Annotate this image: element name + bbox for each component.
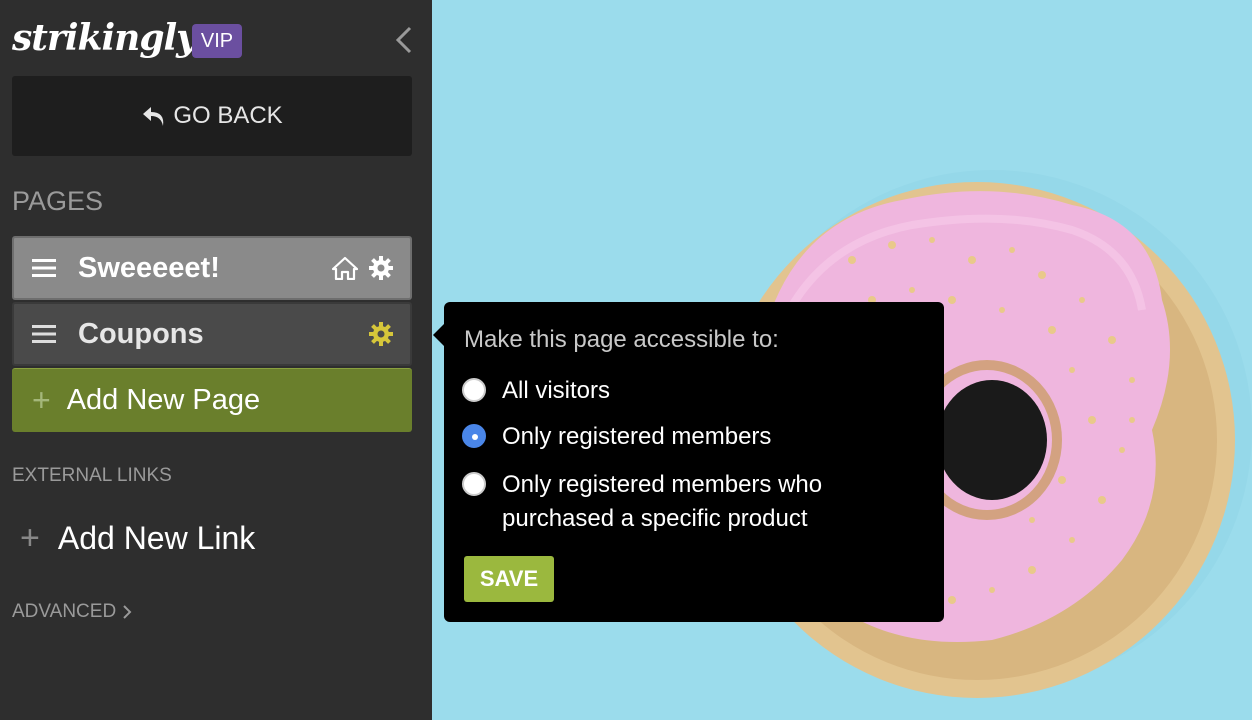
add-new-page-button[interactable]: + Add New Page xyxy=(12,368,412,432)
drag-handle-icon[interactable] xyxy=(32,258,56,278)
option-label-line1: Only registered members who xyxy=(502,471,823,498)
gear-icon[interactable] xyxy=(368,255,394,281)
add-new-link-label: Add New Link xyxy=(57,519,256,556)
sidebar: strikingly VIP GO BACK PAGES Sweeeeet! C… xyxy=(0,0,432,720)
collapse-sidebar-button[interactable] xyxy=(392,24,416,56)
chevron-right-icon xyxy=(123,605,132,619)
plus-icon: + xyxy=(32,382,51,418)
option-label-line2: purchased a specific product xyxy=(502,505,808,532)
advanced-label: ADVANCED xyxy=(12,601,117,622)
home-icon xyxy=(332,256,358,280)
go-back-button[interactable]: GO BACK xyxy=(12,76,412,156)
vip-badge: VIP xyxy=(192,24,242,58)
gear-icon[interactable] xyxy=(368,321,394,347)
page-item-sweeeeet[interactable]: Sweeeeet! xyxy=(12,236,412,300)
strikingly-logo[interactable]: strikingly xyxy=(12,14,197,62)
option-all-visitors[interactable]: All visitors xyxy=(462,374,610,408)
radio-purchased-product[interactable] xyxy=(462,472,486,496)
external-links-heading: EXTERNAL LINKS xyxy=(12,465,172,486)
option-label: All visitors xyxy=(502,377,611,404)
add-new-page-label: Add New Page xyxy=(66,384,261,416)
advanced-link[interactable]: ADVANCED xyxy=(12,601,132,623)
pages-heading: PAGES xyxy=(12,186,104,216)
page-item-coupons[interactable]: Coupons xyxy=(12,302,412,366)
chevron-left-icon xyxy=(395,26,412,54)
save-button[interactable]: SAVE xyxy=(464,556,554,602)
add-new-link-button[interactable]: + Add New Link xyxy=(12,510,412,566)
plus-icon: + xyxy=(20,518,40,557)
radio-all-visitors[interactable] xyxy=(462,378,486,402)
go-back-label: GO BACK xyxy=(173,102,283,129)
page-item-label: Sweeeeet! xyxy=(78,251,220,284)
popover-title: Make this page accessible to: xyxy=(464,326,779,353)
option-purchased-product[interactable]: Only registered members who purchased a … xyxy=(462,468,822,536)
page-item-label: Coupons xyxy=(78,317,204,350)
page-access-popover: Make this page accessible to: All visito… xyxy=(433,302,944,622)
radio-registered-members[interactable] xyxy=(462,424,486,448)
option-label: Only registered members who purchased a … xyxy=(502,468,822,536)
back-arrow-icon xyxy=(143,107,164,126)
popover-arrow xyxy=(433,324,444,346)
option-label: Only registered members xyxy=(502,423,772,450)
drag-handle-icon[interactable] xyxy=(32,324,56,344)
option-registered-members[interactable]: Only registered members xyxy=(462,420,771,454)
